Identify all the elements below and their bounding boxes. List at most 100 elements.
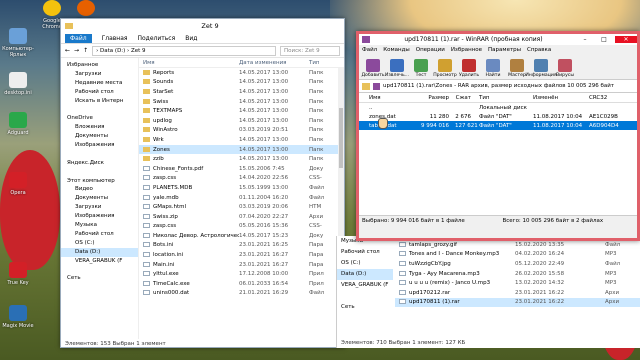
ribbon-tab-0[interactable]: Файл	[65, 33, 92, 43]
nav-item[interactable]: Недавние места	[61, 79, 138, 88]
file-row[interactable]: zasp.css 14.04.2020 22:56 CSS-	[139, 174, 344, 184]
file-row[interactable]: Zones 14.05.2017 13:00 Папк	[139, 144, 344, 155]
ribbon-tab-3[interactable]: Вид	[185, 35, 197, 42]
nav-item[interactable]: Видео	[61, 185, 138, 194]
column-type[interactable]: Тип	[309, 60, 339, 66]
up-folder-icon[interactable]	[362, 82, 370, 90]
file-row[interactable]: Bots.ini 23.01.2021 16:25 Пара	[139, 241, 344, 251]
nav-item[interactable]: Загрузки	[61, 70, 138, 79]
file-row[interactable]: upd170212.rar 23.01.2021 16:22 Архи	[395, 288, 640, 298]
back-icon[interactable]: ←	[65, 47, 70, 54]
nav-item[interactable]: Загрузки	[61, 203, 138, 212]
toolbar-button-5[interactable]: Найти	[481, 54, 505, 79]
nav-item[interactable]: OS (C:)	[61, 239, 138, 248]
explorer-window-2[interactable]: Музыка Рабочий стол OS (C:) Data (D:) VERA_G…	[336, 236, 640, 348]
winrar-file-list[interactable]: Имя Размер Сжат Тип Изменён CRC32 .. Лока…	[359, 93, 637, 215]
desktop-icon[interactable]: Magix Movie	[2, 305, 34, 329]
toolbar-button-3[interactable]: Просмотр	[433, 54, 457, 79]
archive-row[interactable]: .. Локальный диск	[359, 103, 637, 112]
desktop-icon[interactable]: Opera	[2, 172, 34, 196]
file-row[interactable]: Swiss 14.05.2017 13:00 Папк	[139, 97, 344, 107]
file-row[interactable]: unins000.dat 21.01.2021 16:29 Файл	[139, 289, 344, 299]
address-bar[interactable]: › Data (D:) › Zet 9	[92, 45, 276, 56]
toolbar-button-0[interactable]: Добавить	[361, 54, 385, 79]
col-packed[interactable]: Сжат	[455, 95, 475, 101]
desktop-icon[interactable]: Компьютер-Ярлык	[2, 28, 34, 58]
col-size[interactable]: Размер	[421, 95, 455, 101]
file-row[interactable]: zzib 14.05.2017 13:00 Папк	[139, 154, 344, 164]
file-row[interactable]: TEXTMAPS 14.05.2017 13:00 Папк	[139, 106, 344, 116]
toolbar-button-1[interactable]: Извлечь...	[385, 54, 409, 79]
nav-item[interactable]: Яндекс.Диск	[61, 159, 138, 168]
menu-item-1[interactable]: Команды	[383, 47, 410, 53]
file-row[interactable]: u u u u (remix) - Janco U.mp3 13.02.2020 …	[395, 278, 640, 288]
menu-item-4[interactable]: Параметры	[488, 47, 521, 53]
winrar-titlebar[interactable]: upd170811 (1).rar - WinRAR (пробная копи…	[359, 34, 637, 45]
up-icon[interactable]: ↑	[83, 47, 88, 54]
menu-item-0[interactable]: Файл	[362, 47, 377, 53]
nav-item[interactable]: Изображения	[61, 212, 138, 221]
file-row[interactable]: StarSet 14.05.2017 13:00 Папк	[139, 87, 344, 97]
menu-item-3[interactable]: Избранное	[451, 47, 482, 53]
file-row[interactable]: PLANETS.MDB 15.05.1999 13:00 Файл	[139, 183, 344, 193]
column-date[interactable]: Дата изменения	[239, 60, 309, 66]
archive-row[interactable]: zones.dat 11 280 2 676 Файл "DAT" 11.08.2017…	[359, 112, 637, 121]
col-crc[interactable]: CRC32	[589, 95, 633, 101]
explorer-window[interactable]: Zet 9 Файл Главная Поделиться Вид ← → ↑ › D…	[60, 18, 345, 348]
file-row[interactable]: Main.ini 23.01.2021 16:27 Пара	[139, 260, 344, 270]
desktop-icon[interactable]: True Key	[2, 262, 34, 286]
file-row[interactable]: tuWzzigCbY.jpg 05.12.2020 22:49 Файл	[395, 259, 640, 269]
ribbon-tab-1[interactable]: Главная	[102, 35, 128, 42]
nav-item[interactable]: Data (D:)	[337, 269, 393, 280]
nav-item[interactable]: Документы	[61, 194, 138, 203]
toolbar-button-8[interactable]: Вирусы	[553, 54, 577, 79]
file-row[interactable]: TimeCalc.exe 06.01.2033 16:54 Прил	[139, 279, 344, 289]
file-row[interactable]: Wrk 14.05.2017 13:00 Папк	[139, 135, 344, 145]
file-row[interactable]: Swiss.zip 07.04.2020 22:27 Архи	[139, 212, 344, 222]
nav-item[interactable]: Этот компьютер	[61, 177, 138, 186]
nav-item[interactable]: Рабочий стол	[61, 230, 138, 239]
toolbar-button-2[interactable]: Тест	[409, 54, 433, 79]
nav-item[interactable]: Рабочий стол	[337, 247, 393, 258]
search-input[interactable]: Поиск: Zet 9	[280, 45, 340, 56]
nav-item[interactable]: VERA_GRABUK (F	[61, 257, 138, 266]
nav-item[interactable]: Музыка	[61, 221, 138, 230]
close-button[interactable]: ✕	[615, 36, 637, 43]
forward-icon[interactable]: →	[74, 47, 79, 54]
file-list-2[interactable]: tamlaps_grozy.gif 15.02.2020 13:35 Файл Ton…	[395, 240, 640, 308]
file-row[interactable]: upd170811 (1).rar 23.01.2021 16:22 Архи	[395, 297, 640, 308]
file-row[interactable]: Reports 14.05.2017 13:00 Папк	[139, 68, 344, 78]
nav-item[interactable]: Избранное	[61, 61, 138, 70]
file-row[interactable]: Николас Девор. Астрологическая энци...14…	[139, 231, 344, 241]
scrollbar-thumb[interactable]	[339, 108, 343, 168]
nav-item[interactable]: Сеть	[337, 302, 393, 313]
nav-item[interactable]: Рабочий стол	[61, 88, 138, 97]
archive-row[interactable]: tables.dat9 994 016 127 621Файл "DAT" 11.0…	[359, 121, 637, 130]
toolbar-button-4[interactable]: Удалить	[457, 54, 481, 79]
file-row[interactable]: location.ini 23.01.2021 16:27 Пара	[139, 250, 344, 260]
file-row[interactable]: Chinese_Fonts.pdf 15.05.2006 7:45 Доку	[139, 164, 344, 174]
menu-item-2[interactable]: Операции	[416, 47, 445, 53]
nav-item[interactable]: Data (D:)	[61, 247, 138, 257]
menu-item-5[interactable]: Справка	[527, 47, 551, 53]
file-row[interactable]: zasp.css 05.05.2016 15:36 CSS-	[139, 222, 344, 232]
desktop-icon[interactable]: Adguard	[2, 112, 34, 136]
nav-item[interactable]: Изображения	[61, 141, 138, 150]
maximize-button[interactable]: □	[596, 36, 612, 43]
file-row[interactable]: updlog 14.05.2017 13:00 Папк	[139, 116, 344, 126]
file-row[interactable]: Sounds 14.05.2017 13:00 Папк	[139, 78, 344, 88]
navigation-pane-2[interactable]: Музыка Рабочий стол OS (C:) Data (D:) VERA_G…	[337, 236, 393, 313]
file-row[interactable]: ylttul.exe 17.12.2008 10:00 Прил	[139, 269, 344, 279]
nav-item[interactable]: VERA_GRABUK (F	[337, 280, 393, 291]
col-name[interactable]: Имя	[359, 95, 421, 101]
file-row[interactable]: WinAstro 03.03.2019 20:51 Папк	[139, 126, 344, 136]
file-row[interactable]: Tones and I - Dance Monkey.mp3 04.02.2020…	[395, 250, 640, 260]
file-row[interactable]: Tyga - Ayy Macarena.mp3 26.02.2020 15:58 M…	[395, 269, 640, 279]
nav-item[interactable]: OS (C:)	[337, 258, 393, 269]
explorer-titlebar[interactable]: Zet 9	[61, 19, 344, 33]
nav-item[interactable]: OneDrive	[61, 114, 138, 123]
navigation-pane[interactable]: Избранное Загрузки Недавние места Рабочий с…	[61, 58, 139, 339]
toolbar-button-7[interactable]: Информация	[525, 54, 557, 79]
file-row[interactable]: GMaps.html 03.03.2019 20:06 HTM	[139, 202, 344, 212]
minimize-button[interactable]: –	[577, 36, 593, 43]
